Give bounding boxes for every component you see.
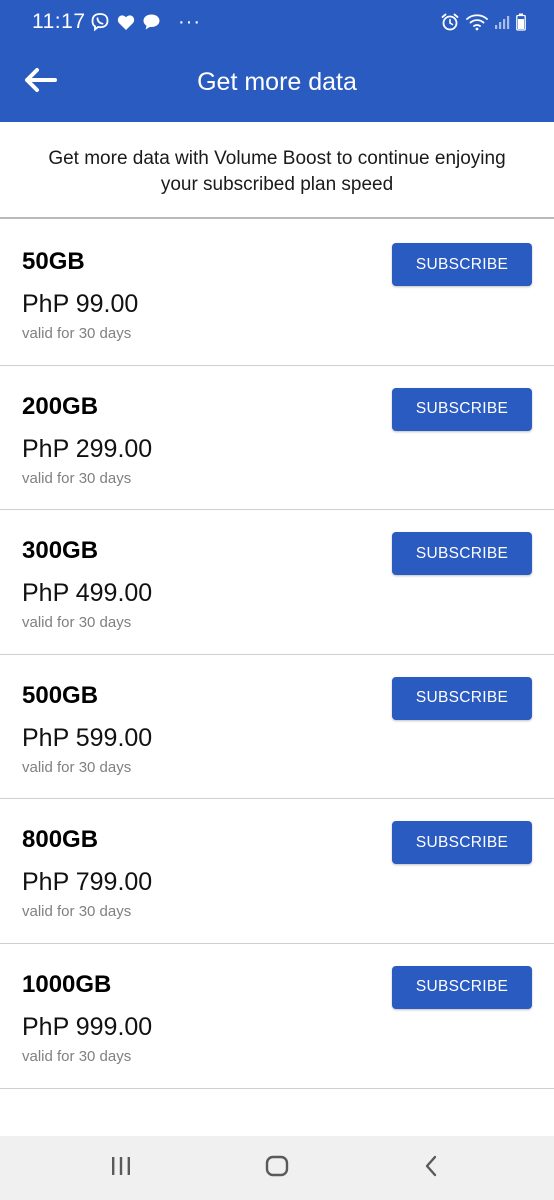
plan-size: 1000GB [22,970,112,998]
plan-size: 300GB [22,537,99,565]
plan-item-300gb: 300GB PhP 499.00 valid for 30 days SUBSC… [0,510,554,655]
plan-validity: valid for 30 days [22,614,132,632]
intro-text: Get more data with Volume Boost to conti… [0,122,554,219]
plan-price: PhP 599.00 [22,723,153,752]
subscribe-button-50gb[interactable]: SUBSCRIBE [392,243,532,286]
plan-size: 500GB [22,681,99,709]
plan-size: 800GB [22,826,99,854]
plan-item-500gb: 500GB PhP 599.00 valid for 30 days SUBSC… [0,655,554,800]
plan-item-200gb: 200GB PhP 299.00 valid for 30 days SUBSC… [0,366,554,511]
system-nav-bar [0,1136,554,1200]
plan-list: 50GB PhP 99.00 valid for 30 days SUBSCRI… [0,221,554,1089]
plan-price: PhP 499.00 [22,579,153,608]
plan-item-50gb: 50GB PhP 99.00 valid for 30 days SUBSCRI… [0,221,554,366]
subscribe-button-1000gb[interactable]: SUBSCRIBE [392,965,532,1009]
chat-bubble-icon [142,13,161,31]
alarm-icon [440,12,460,37]
subscribe-button-500gb[interactable]: SUBSCRIBE [392,676,532,720]
plan-price: PhP 999.00 [22,1012,153,1041]
notification-icons: ··· [90,12,201,32]
plan-item-1000gb: 1000GB PhP 999.00 valid for 30 days SUBS… [0,944,554,1089]
plan-price: PhP 99.00 [22,290,139,318]
status-time: 11:17 [32,10,86,33]
signal-icon [494,14,510,35]
plan-price: PhP 299.00 [22,434,153,463]
plan-item-800gb: 800GB PhP 799.00 valid for 30 days SUBSC… [0,799,554,944]
system-back-button[interactable] [386,1136,476,1200]
subscribe-button-300gb[interactable]: SUBSCRIBE [392,532,532,576]
back-icon [423,1155,439,1182]
page-title: Get more data [197,68,357,96]
wifi-icon [466,13,488,36]
battery-icon [516,13,526,36]
status-bar: 11:17 ··· [0,0,554,44]
viber-icon [90,12,110,32]
plan-validity: valid for 30 days [22,1047,132,1065]
plan-validity: valid for 30 days [22,903,132,921]
subscribe-button-800gb[interactable]: SUBSCRIBE [392,821,532,865]
plan-validity: valid for 30 days [22,325,132,342]
plan-size: 50GB [22,248,85,275]
home-icon [265,1155,289,1182]
more-notifications-icon: ··· [178,11,201,33]
plan-size: 200GB [22,392,99,420]
home-button[interactable] [232,1136,322,1200]
heart-icon [117,14,135,31]
recent-apps-button[interactable] [76,1136,166,1200]
subscribe-button-200gb[interactable]: SUBSCRIBE [392,387,532,431]
plan-validity: valid for 30 days [22,758,132,776]
plan-price: PhP 799.00 [22,868,153,897]
app-bar: Get more data [0,44,554,122]
plan-validity: valid for 30 days [22,469,132,487]
system-icons [440,12,526,37]
recent-apps-icon [110,1156,132,1181]
